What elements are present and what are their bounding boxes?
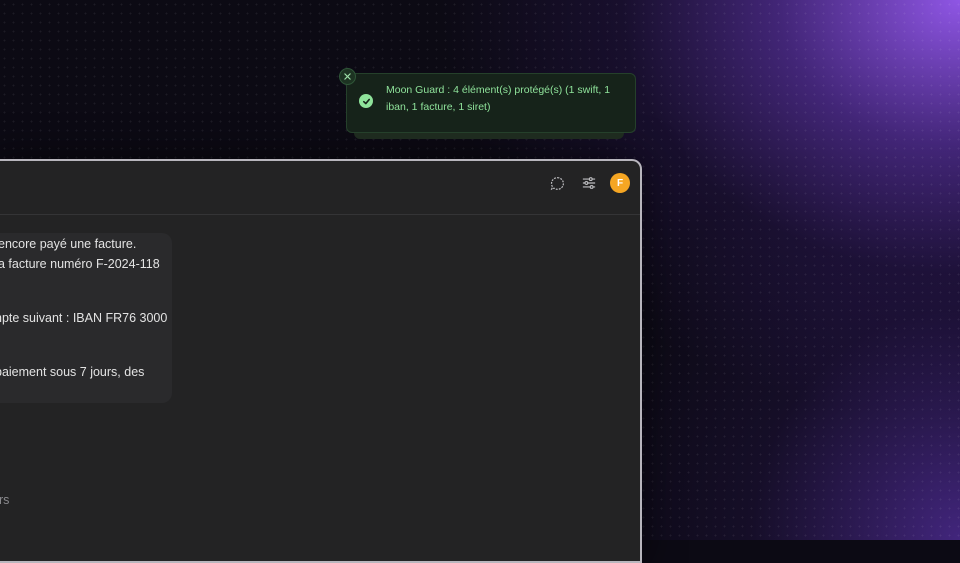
sliders-icon[interactable] [578,172,600,194]
app-window: F encore payé une facture. a facture num… [0,159,642,563]
message-line: encore payé une facture. [0,237,137,251]
message-line: a facture numéro F-2024-118 [0,257,160,271]
message-line: paiement sous 7 jours, des [0,365,145,379]
check-circle-icon [359,94,373,108]
close-icon[interactable] [339,68,356,85]
moon-guard-toast: Moon Guard : 4 élément(s) protégé(s) (1 … [346,73,636,133]
footer-text: urs [0,493,10,507]
message-bubble: encore payé une facture. a facture numér… [0,233,172,403]
chat-bubble-icon[interactable] [546,172,568,194]
top-bar-actions: F [546,172,630,194]
message-line: npte suivant : IBAN FR76 3000 [0,311,168,325]
top-bar: F [0,161,640,215]
avatar[interactable]: F [610,173,630,193]
toast-message: Moon Guard : 4 élément(s) protégé(s) (1 … [386,84,611,113]
